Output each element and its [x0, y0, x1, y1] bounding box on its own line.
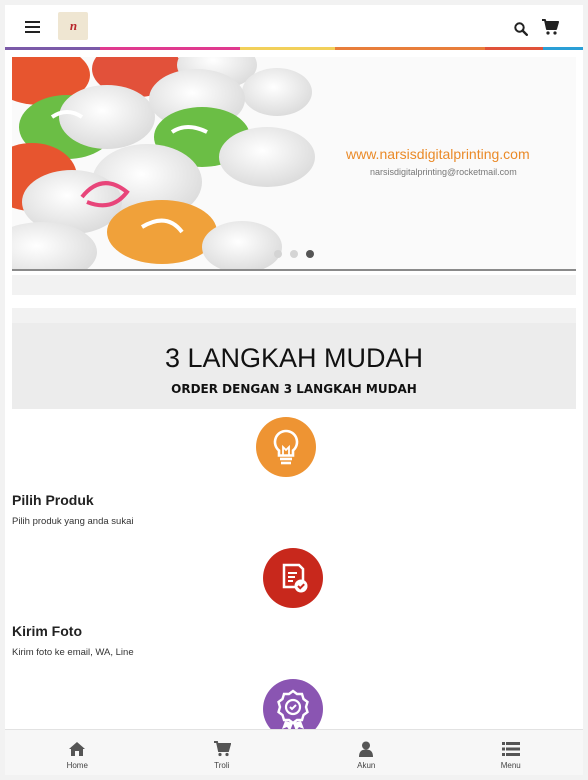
image-slider[interactable]: www.narsisdigitalprinting.com narsisdigi… — [12, 57, 576, 270]
list-icon — [501, 742, 520, 756]
slider-dots — [274, 250, 314, 258]
site-logo[interactable]: n — [58, 12, 88, 40]
banner-url: www.narsisdigitalprinting.com — [346, 146, 530, 162]
nav-item-akun[interactable]: Akun — [294, 730, 439, 775]
lightbulb-icon — [273, 429, 299, 465]
cart-icon — [213, 741, 231, 757]
step-description: Pilih produk yang anda sukai — [12, 516, 134, 527]
stripe-segment — [543, 47, 583, 50]
slider-dot-2[interactable] — [290, 250, 298, 258]
logo-text: n — [69, 18, 77, 33]
cart-icon[interactable] — [541, 18, 559, 36]
nav-label: Troli — [214, 761, 230, 770]
nav-item-menu[interactable]: Menu — [439, 730, 584, 775]
step-circle — [263, 548, 323, 608]
stripe-segment — [335, 47, 485, 50]
stripe-segment — [100, 47, 240, 50]
steps-header: 3 LANGKAH MUDAH ORDER DENGAN 3 LANGKAH M… — [12, 323, 576, 409]
stripe-segment — [485, 47, 543, 50]
color-stripe — [5, 47, 583, 50]
nav-label: Akun — [357, 761, 376, 770]
nav-label: Home — [66, 761, 88, 770]
step-title: Pilih Produk — [12, 492, 94, 508]
slider-dot-1[interactable] — [274, 250, 282, 258]
stripe-segment — [240, 47, 335, 50]
section-spacer — [12, 308, 576, 323]
step-title: Kirim Foto — [12, 623, 82, 639]
home-icon — [69, 742, 86, 756]
hamburger-menu-icon[interactable] — [25, 21, 40, 33]
banner-email: narsisdigitalprinting@rocketmail.com — [370, 167, 517, 177]
steps-subtitle: ORDER DENGAN 3 LANGKAH MUDAH — [171, 382, 417, 396]
slider-divider — [12, 269, 576, 271]
nav-label: Menu — [500, 761, 521, 770]
slider-dot-3[interactable] — [306, 250, 314, 258]
user-icon — [359, 741, 374, 757]
document-check-icon — [282, 563, 308, 593]
section-spacer — [12, 275, 576, 295]
stripe-segment — [5, 47, 100, 50]
step-circle — [256, 417, 316, 477]
bottom-navigation: Home Troli Akun Menu — [5, 729, 583, 775]
banner-buttons-image — [12, 57, 315, 270]
steps-title: 3 LANGKAH MUDAH — [164, 343, 424, 373]
top-header: n — [5, 5, 583, 47]
nav-item-home[interactable]: Home — [5, 730, 150, 775]
step-description: Kirim foto ke email, WA, Line — [12, 647, 134, 658]
nav-item-troli[interactable]: Troli — [150, 730, 295, 775]
page-frame: n www.narsisdigitalprinting.com narsisdi… — [5, 5, 583, 775]
search-icon[interactable] — [514, 22, 528, 36]
section-spacer — [12, 295, 576, 308]
